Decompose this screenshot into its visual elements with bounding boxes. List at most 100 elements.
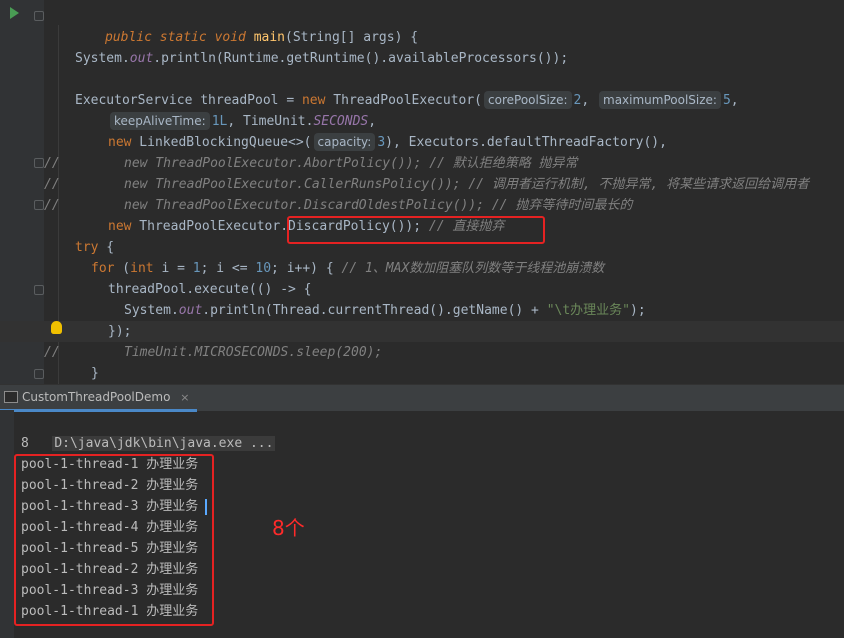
line-comment-marker: // <box>44 177 60 192</box>
code-line: new LinkedBlockingQueue<>(capacity: 3), E… <box>0 132 844 153</box>
keyword: public <box>104 30 152 45</box>
keyword: for <box>91 261 115 276</box>
field: SECONDS <box>313 114 369 129</box>
code-line: // TimeUnit.MICROSECONDS.sleep(200); <box>0 342 844 363</box>
keyword: int <box>130 261 154 276</box>
code-line: // new ThreadPoolExecutor.AbortPolicy())… <box>0 153 844 174</box>
code-line: // new ThreadPoolExecutor.DiscardOldestP… <box>0 195 844 216</box>
code-line: System.out.println(Runtime.getRuntime().… <box>75 51 569 66</box>
method-call: println <box>161 51 216 66</box>
commented-code: new ThreadPoolExecutor.DiscardOldestPoli… <box>124 198 633 213</box>
code-text: , <box>730 93 739 108</box>
param-hint: capacity: <box>313 133 376 151</box>
string-literal: "\t办理业务" <box>546 303 631 318</box>
code-line: threadPool.execute(() -> { <box>0 279 844 300</box>
code-line: // new ThreadPoolExecutor.CallerRunsPoli… <box>0 174 844 195</box>
commented-code: TimeUnit. <box>124 345 195 360</box>
code-text: (String[] args) { <box>285 30 419 45</box>
keyword: void <box>214 30 246 45</box>
code-line: try { <box>0 237 844 258</box>
code-text: i = <box>153 261 193 276</box>
keyword: new <box>108 219 132 234</box>
param-hint: keepAliveTime: <box>110 112 210 130</box>
tab-label: CustomThreadPoolDemo <box>22 390 171 404</box>
code-text: () + <box>507 303 547 318</box>
code-text: LinkedBlockingQueue<>( <box>131 135 312 150</box>
commented-code: MICROSECONDS <box>194 345 289 360</box>
method-call: println <box>210 303 265 318</box>
code-text: System <box>75 51 122 66</box>
code-text: threadPool. <box>108 282 195 297</box>
keyword: new <box>301 93 326 108</box>
code-line-current: }); <box>0 321 844 342</box>
code-text: ); <box>630 303 646 318</box>
code-text: TimeUnit. <box>243 114 314 129</box>
keyword: new <box>108 135 132 150</box>
code-text: (Thread. <box>264 303 328 318</box>
code-text: , <box>368 114 377 129</box>
code-text: (), <box>643 135 667 150</box>
method-call: getRuntime <box>286 51 365 66</box>
code-text: . <box>202 303 211 318</box>
run-console-panel: CustomThreadPoolDemo × D:\java\jdk\bin\j… <box>0 384 844 638</box>
line-comment-marker: // <box>44 198 60 213</box>
code-text: ThreadPoolExecutor. <box>131 219 289 234</box>
method-call: execute <box>194 282 249 297</box>
code-text: ), Executors. <box>385 135 487 150</box>
method-call: availableProcessors <box>388 51 537 66</box>
comment: // 1、MAX数加阻塞队列数等于线程池崩溃数 <box>341 261 605 276</box>
code-line: keepAliveTime: 1L, TimeUnit.SECONDS, <box>0 111 844 132</box>
number: 3 <box>377 135 386 150</box>
keyword: static <box>159 30 207 45</box>
code-line: ExecutorService threadPool = new ThreadP… <box>75 91 739 109</box>
field: out <box>129 51 154 66</box>
code-text: (() -> { <box>248 282 312 297</box>
code-line: } <box>0 363 844 384</box>
tab-custom-thread-pool-demo[interactable]: CustomThreadPoolDemo × <box>0 385 198 412</box>
close-icon[interactable]: × <box>180 391 189 404</box>
param-hint: maximumPoolSize: <box>599 91 721 109</box>
line-comment-marker: // <box>44 156 60 171</box>
console-icon <box>4 391 18 403</box>
method-call: currentThread <box>327 303 430 318</box>
commented-code: new ThreadPoolExecutor.AbortPolicy()); /… <box>124 156 578 171</box>
number: 5 <box>722 93 731 108</box>
number: 2 <box>573 93 582 108</box>
highlight-box <box>14 454 214 626</box>
code-line: public static void main(String[] args) { <box>0 6 844 45</box>
method-call: getName <box>452 303 508 318</box>
console-output-line: 8 <box>21 436 29 451</box>
method-name: main <box>253 30 286 45</box>
code-text: ( <box>114 261 131 276</box>
code-text: }); <box>108 324 132 339</box>
method-call: defaultThreadFactory <box>486 135 644 150</box>
commented-code: new ThreadPoolExecutor.CallerRunsPolicy(… <box>124 177 810 192</box>
param-hint: corePoolSize: <box>484 91 572 109</box>
command-path[interactable]: D:\java\jdk\bin\java.exe ... <box>52 436 276 451</box>
code-text: ThreadPoolExecutor( <box>325 93 483 108</box>
code-line: for (int i = 1; i <= 10; i++) { // 1、MAX… <box>0 258 844 279</box>
number: 1 <box>192 261 201 276</box>
console-command-line: D:\java\jdk\bin\java.exe ... <box>21 412 276 451</box>
console-gutter <box>0 410 14 638</box>
lightbulb-icon[interactable] <box>51 321 62 334</box>
annotation-label: 8个 <box>272 516 305 540</box>
code-text: ; i++) { <box>271 261 342 276</box>
code-text: { <box>98 240 115 255</box>
commented-code: .sleep(200); <box>288 345 383 360</box>
code-text: ()); <box>536 51 569 66</box>
number: 1L <box>211 114 228 129</box>
code-text: (). <box>429 303 453 318</box>
code-line: System.out.println(Thread.currentThread(… <box>0 300 844 321</box>
code-text: Runtime <box>223 51 279 66</box>
field: out <box>178 303 203 318</box>
keyword: try <box>75 240 99 255</box>
line-comment-marker: // <box>44 345 60 360</box>
code-text: ExecutorService threadPool = <box>75 93 302 108</box>
code-text: ; i <= <box>200 261 256 276</box>
code-editor[interactable]: public static void main(String[] args) {… <box>0 0 844 384</box>
number: 10 <box>255 261 272 276</box>
console-tab-bar: CustomThreadPoolDemo × <box>0 384 844 412</box>
code-text: System. <box>124 303 179 318</box>
code-text: } <box>91 366 99 381</box>
